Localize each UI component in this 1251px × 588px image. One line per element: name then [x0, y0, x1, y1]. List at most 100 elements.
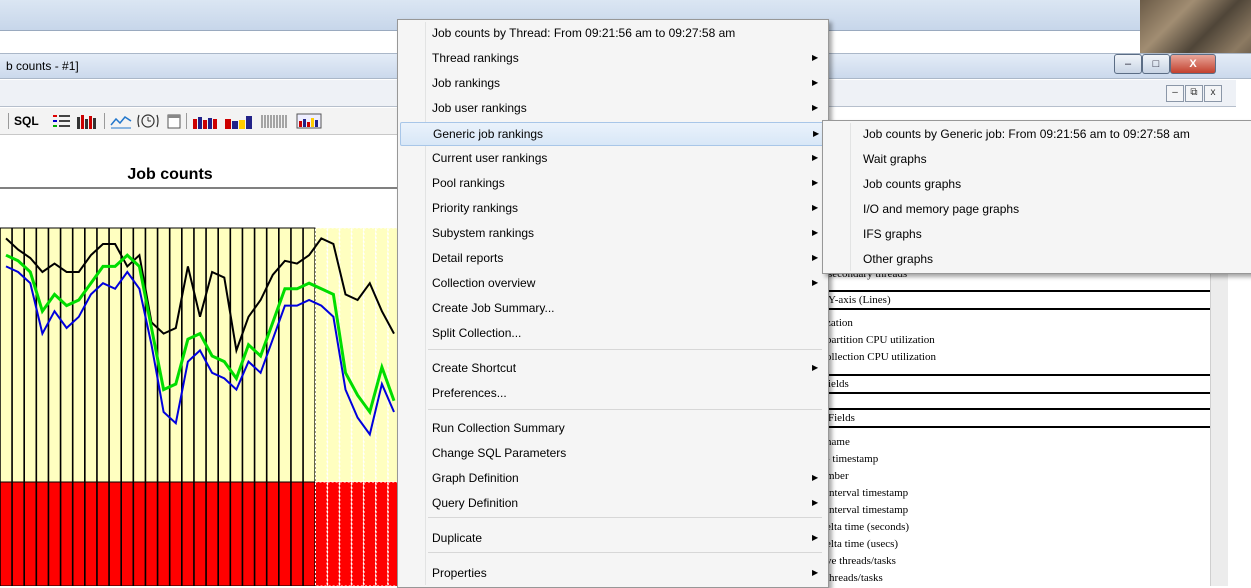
bar-lower-segment[interactable]: [363, 481, 376, 586]
bar-upper-segment[interactable]: [0, 227, 13, 483]
menu-item-preferences[interactable]: Preferences...: [400, 382, 824, 404]
submenu-item-i-o-and-memory-page-graphs[interactable]: I/O and memory page graphs: [825, 198, 1251, 220]
menu-item-subystem-rankings[interactable]: Subystem rankings ▶: [400, 222, 824, 244]
job-counts-chart[interactable]: [0, 186, 400, 586]
menu-item-create-shortcut[interactable]: Create Shortcut ▶: [400, 357, 824, 379]
menu-item-collection-overview[interactable]: Collection overview ▶: [400, 272, 824, 294]
bar-lower-segment[interactable]: [145, 481, 158, 586]
bar-upper-segment[interactable]: [266, 227, 279, 483]
stacked-bar-icon[interactable]: [192, 113, 218, 129]
menu-item-job-user-rankings[interactable]: Job user rankings ▶: [400, 97, 824, 119]
submenu-item-job-counts-by-generic-job-from-09-21-56-am-to-09-27-58-am[interactable]: Job counts by Generic job: From 09:21:56…: [825, 123, 1251, 145]
menu-item-label: Job user rankings: [432, 101, 527, 115]
menu-item-thread-rankings[interactable]: Thread rankings ▶: [400, 47, 824, 69]
close-button[interactable]: X: [1170, 54, 1216, 74]
menu-item-create-job-summary[interactable]: Create Job Summary...: [400, 297, 824, 319]
bar-upper-segment[interactable]: [351, 227, 364, 483]
bar-lower-segment[interactable]: [24, 481, 37, 586]
mdi-minimize-button[interactable]: –: [1166, 85, 1184, 102]
bar-upper-segment[interactable]: [230, 227, 243, 483]
bar-lower-segment[interactable]: [242, 481, 255, 586]
bar-lower-segment[interactable]: [96, 481, 110, 586]
thin-bars-icon[interactable]: [260, 113, 290, 129]
submenu-item-other-graphs[interactable]: Other graphs: [825, 248, 1251, 270]
toolbar-separator: [104, 113, 105, 129]
bar-upper-segment[interactable]: [290, 227, 304, 483]
line-chart-icon[interactable]: [110, 113, 132, 129]
bar-lower-segment[interactable]: [351, 481, 364, 586]
menu-item-duplicate[interactable]: Duplicate ▶: [400, 527, 824, 549]
bar-upper-segment[interactable]: [363, 227, 376, 483]
menu-item-query-definition[interactable]: Query Definition ▶: [400, 492, 824, 514]
bar-lower-segment[interactable]: [157, 481, 170, 586]
submenu-arrow-icon: ▶: [812, 533, 819, 542]
bar-lower-segment[interactable]: [36, 481, 49, 586]
bar-lower-segment[interactable]: [278, 481, 292, 586]
bar-lower-segment[interactable]: [205, 481, 219, 586]
bar-lower-segment[interactable]: [302, 481, 316, 586]
menu-item-job-rankings[interactable]: Job rankings ▶: [400, 72, 824, 94]
bar-lower-segment[interactable]: [133, 481, 146, 586]
bar-lower-segment[interactable]: [375, 481, 389, 586]
bar-lower-segment[interactable]: [315, 481, 328, 586]
menu-item-split-collection[interactable]: Split Collection...: [400, 322, 824, 344]
bar-upper-segment[interactable]: [84, 227, 98, 483]
bar-upper-segment[interactable]: [169, 227, 182, 483]
menu-item-properties[interactable]: Properties ▶: [400, 562, 824, 584]
menu-item-change-sql-parameters[interactable]: Change SQL Parameters: [400, 442, 824, 464]
vertical-scrollbar[interactable]: [1210, 262, 1228, 586]
bar-lower-segment[interactable]: [266, 481, 279, 586]
menu-item-detail-reports[interactable]: Detail reports ▶: [400, 247, 824, 269]
submenu-item-ifs-graphs[interactable]: IFS graphs: [825, 223, 1251, 245]
bar-lower-segment[interactable]: [48, 481, 61, 586]
bar-upper-segment[interactable]: [375, 227, 389, 483]
bar-lower-segment[interactable]: [230, 481, 243, 586]
mdi-restore-button[interactable]: ⧉: [1185, 85, 1203, 102]
bar-lower-segment[interactable]: [327, 481, 340, 586]
submenu-arrow-icon: ▶: [812, 278, 819, 287]
menu-item-graph-definition[interactable]: Graph Definition ▶: [400, 467, 824, 489]
bar-lower-segment[interactable]: [11, 481, 25, 586]
bar-upper-segment[interactable]: [24, 227, 37, 483]
bar-lower-segment[interactable]: [181, 481, 195, 586]
bar-lower-segment[interactable]: [339, 481, 352, 586]
menu-item-generic-job-rankings[interactable]: Generic job rankings ▶: [400, 122, 826, 146]
maximize-button[interactable]: □: [1142, 54, 1170, 74]
bar-lower-segment[interactable]: [121, 481, 134, 586]
menu-item-pool-rankings[interactable]: Pool rankings ▶: [400, 172, 824, 194]
bar-upper-segment[interactable]: [302, 227, 316, 483]
color-bar-icon[interactable]: [224, 113, 254, 129]
bar-upper-segment[interactable]: [315, 227, 328, 483]
sql-button[interactable]: SQL: [14, 114, 39, 128]
bar-lower-segment[interactable]: [108, 481, 122, 586]
menu-item-priority-rankings[interactable]: Priority rankings ▶: [400, 197, 824, 219]
mdi-close-button[interactable]: x: [1204, 85, 1222, 102]
bar-upper-segment[interactable]: [218, 227, 231, 483]
bar-lower-segment[interactable]: [290, 481, 304, 586]
bar-upper-segment[interactable]: [157, 227, 170, 483]
submenu-arrow-icon: ▶: [812, 473, 819, 482]
bar-lower-segment[interactable]: [169, 481, 182, 586]
submenu-item-wait-graphs[interactable]: Wait graphs: [825, 148, 1251, 170]
bar-lower-segment[interactable]: [60, 481, 73, 586]
menu-item-current-user-rankings[interactable]: Current user rankings ▶: [400, 147, 824, 169]
bar-lower-segment[interactable]: [0, 481, 13, 586]
legend-icon[interactable]: [52, 113, 72, 129]
bar-lower-segment[interactable]: [72, 481, 85, 586]
bar-lower-segment[interactable]: [84, 481, 98, 586]
calendar-icon[interactable]: [166, 113, 182, 129]
bar-chart-icon[interactable]: [76, 113, 98, 129]
submenu-arrow-icon: ▶: [812, 178, 819, 187]
menu-item-job-counts-by-thread-from-09-21-56-am-to-09-27-58-am[interactable]: Job counts by Thread: From 09:21:56 am t…: [400, 22, 824, 44]
bar-lower-segment[interactable]: [218, 481, 231, 586]
menu-item-label: Query Definition: [432, 496, 519, 510]
menu-item-run-collection-summary[interactable]: Run Collection Summary: [400, 417, 824, 439]
bar-upper-segment[interactable]: [60, 227, 73, 483]
minimize-button[interactable]: –: [1114, 54, 1142, 74]
bar-lower-segment[interactable]: [193, 481, 207, 586]
submenu-item-job-counts-graphs[interactable]: Job counts graphs: [825, 173, 1251, 195]
bar-upper-segment[interactable]: [327, 227, 340, 483]
bar-lower-segment[interactable]: [254, 481, 267, 586]
multi-chart-icon[interactable]: [296, 113, 322, 129]
clock-icon[interactable]: [136, 113, 160, 129]
